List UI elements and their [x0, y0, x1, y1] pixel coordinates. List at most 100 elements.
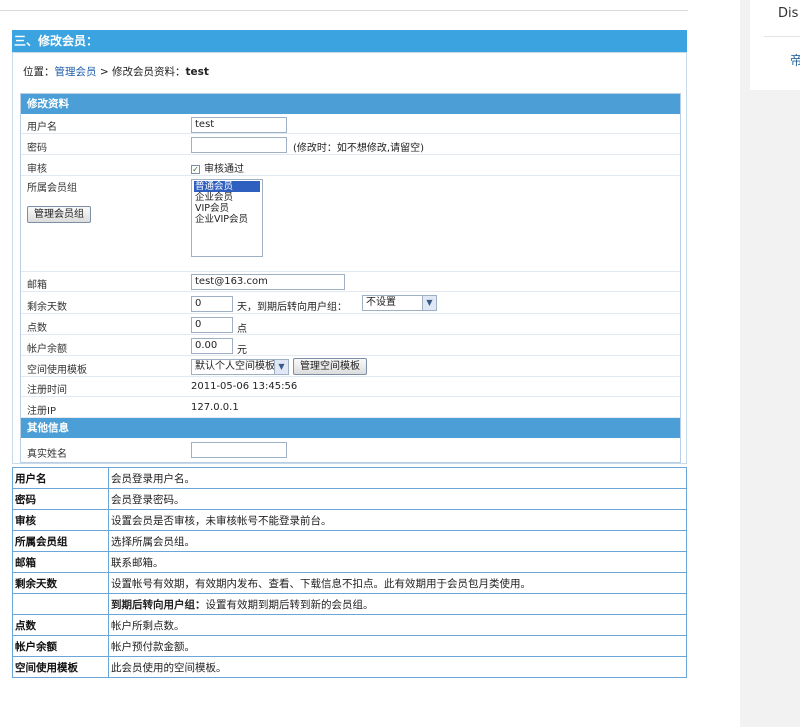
balance-label: 帐户余额: [27, 344, 67, 355]
points-label: 点数: [27, 323, 47, 334]
space-template-value: 默认个人空间模板: [195, 361, 275, 372]
expire-group-select[interactable]: 不设置 ▼: [362, 295, 437, 311]
field-description: 选择所属会员组。: [108, 530, 687, 552]
member-group-label: 所属会员组: [27, 183, 77, 194]
points-input[interactable]: 0: [191, 317, 233, 333]
audit-checkbox[interactable]: ✓: [191, 164, 200, 174]
remaining-days-label: 剩余天数: [27, 302, 67, 313]
table-row: 点数 帐户所剩点数。: [12, 614, 687, 636]
balance-unit: 元: [237, 345, 247, 356]
table-row: 空间使用模板 此会员使用的空间模板。: [12, 656, 687, 678]
field-description: 设置帐号有效期，有效期内发布、查看、下载信息不扣点。此有效期用于会员包月类使用。: [108, 572, 687, 594]
field-description: 会员登录用户名。: [108, 467, 687, 489]
field-name: 密码: [12, 488, 109, 510]
remaining-days-input[interactable]: 0: [191, 296, 233, 312]
expire-group-value: 不设置: [366, 297, 396, 308]
register-time-label: 注册时间: [27, 385, 67, 396]
remaining-days-suffix: 天，到期后转向用户组：: [237, 302, 347, 313]
row-space-template: 空间使用模板 默认个人空间模板 ▼ 管理空间模板: [21, 356, 680, 377]
sidebar-text: Dis: [778, 6, 799, 21]
row-remaining-days: 剩余天数 0 天，到期后转向用户组： 不设置 ▼: [21, 292, 680, 314]
row-email: 邮箱 test@163.com: [21, 272, 680, 292]
field-description: 帐户所剩点数。: [108, 614, 687, 636]
edit-member-screenshot: 位置：管理会员 > 修改会员资料：test 修改资料 用户名 test 密码 (…: [12, 52, 687, 464]
field-name: 用户名: [12, 467, 109, 489]
row-register-time: 注册时间 2011-05-06 13:45:56: [21, 377, 680, 397]
member-group-listbox[interactable]: 普通会员 企业会员 VIP会员 企业VIP会员: [191, 179, 263, 257]
table-row: 审核 设置会员是否审核，未审核帐号不能登录前台。: [12, 509, 687, 531]
chevron-down-icon: ▼: [422, 296, 436, 310]
breadcrumb-prefix: 位置：: [23, 66, 55, 78]
row-real-name: 真实姓名: [21, 438, 680, 462]
audit-label: 审核: [27, 164, 47, 175]
row-points: 点数 0 点: [21, 314, 680, 335]
field-description: 到期后转向用户组：设置有效期到期后转到新的会员组。: [108, 593, 687, 615]
field-description-table: 用户名 会员登录用户名。 密码 会员登录密码。 审核 设置会员是否审核，未审核帐号不能…: [12, 467, 687, 678]
breadcrumb-separator: >: [96, 66, 112, 78]
space-template-label: 空间使用模板: [27, 365, 87, 376]
table-row: 邮箱 联系邮箱。: [12, 551, 687, 573]
audit-checkbox-wrap[interactable]: ✓ 审核通过: [191, 160, 244, 175]
field-description: 此会员使用的空间模板。: [108, 656, 687, 678]
table-row: 帐户余额 帐户预付款金额。: [12, 635, 687, 657]
email-label: 邮箱: [27, 280, 47, 291]
balance-input[interactable]: 0.00: [191, 338, 233, 354]
table-row: 密码 会员登录密码。: [12, 488, 687, 510]
field-name: 帐户余额: [12, 635, 109, 657]
row-member-group: 所属会员组 管理会员组 普通会员 企业会员 VIP会员 企业VIP会员: [21, 176, 680, 272]
row-username: 用户名 test: [21, 114, 680, 134]
register-time-value: 2011-05-06 13:45:56: [191, 381, 298, 392]
group-option[interactable]: VIP会员: [194, 203, 260, 214]
username-input[interactable]: test: [191, 117, 287, 133]
email-input[interactable]: test@163.com: [191, 274, 345, 290]
row-register-ip: 注册IP 127.0.0.1: [21, 397, 680, 418]
username-label: 用户名: [27, 122, 57, 133]
password-input[interactable]: [191, 137, 287, 153]
other-info-header: 其他信息: [21, 418, 680, 438]
table-row: 所属会员组 选择所属会员组。: [12, 530, 687, 552]
sidebar-card: Dis 帝: [750, 0, 800, 90]
group-option[interactable]: 企业VIP会员: [194, 214, 260, 225]
sidebar-divider: [764, 36, 800, 37]
breadcrumb-username: test: [185, 66, 209, 78]
field-description: 帐户预付款金额。: [108, 635, 687, 657]
chevron-down-icon: ▼: [274, 360, 288, 374]
field-name: 邮箱: [12, 551, 109, 573]
field-name: 所属会员组: [12, 530, 109, 552]
table-row: 剩余天数 设置帐号有效期，有效期内发布、查看、下载信息不扣点。此有效期用于会员包月…: [12, 572, 687, 594]
register-ip-label: 注册IP: [27, 406, 56, 417]
password-hint: (修改时：如不想修改,请留空): [293, 143, 424, 154]
manage-member-group-button[interactable]: 管理会员组: [27, 206, 91, 223]
field-name: 空间使用模板: [12, 656, 109, 678]
sidebar-link[interactable]: 帝: [790, 50, 800, 69]
field-name: 剩余天数: [12, 572, 109, 594]
group-option[interactable]: 普通会员: [194, 181, 260, 192]
manage-space-template-button[interactable]: 管理空间模板: [293, 358, 367, 375]
field-name: [12, 593, 109, 615]
register-ip-value: 127.0.0.1: [191, 402, 239, 413]
edit-form: 修改资料 用户名 test 密码 (修改时：如不想修改,请留空) 审核 ✓ 审核通…: [20, 93, 681, 463]
table-row: 到期后转向用户组：设置有效期到期后转到新的会员组。: [12, 593, 687, 615]
field-name: 审核: [12, 509, 109, 531]
row-audit: 审核 ✓ 审核通过: [21, 155, 680, 176]
top-divider: [0, 0, 688, 11]
space-template-select[interactable]: 默认个人空间模板 ▼: [191, 359, 289, 375]
audit-check-label: 审核通过: [204, 164, 244, 175]
field-name: 点数: [12, 614, 109, 636]
breadcrumb: 位置：管理会员 > 修改会员资料：test: [23, 64, 209, 79]
breadcrumb-link-manage-members[interactable]: 管理会员: [55, 66, 97, 78]
group-option[interactable]: 企业会员: [194, 192, 260, 203]
field-sub-name: 到期后转向用户组：: [111, 598, 206, 611]
table-row: 用户名 会员登录用户名。: [12, 467, 687, 489]
points-unit: 点: [237, 324, 247, 335]
section-title: 三、修改会员：: [12, 30, 687, 52]
field-description: 设置会员是否审核，未审核帐号不能登录前台。: [108, 509, 687, 531]
row-password: 密码 (修改时：如不想修改,请留空): [21, 134, 680, 155]
field-description: 会员登录密码。: [108, 488, 687, 510]
row-balance: 帐户余额 0.00 元: [21, 335, 680, 356]
breadcrumb-current: 修改会员资料：: [111, 66, 186, 78]
real-name-input[interactable]: [191, 442, 287, 458]
form-header: 修改资料: [21, 94, 680, 114]
field-description: 联系邮箱。: [108, 551, 687, 573]
field-sub-description: 设置有效期到期后转到新的会员组。: [205, 598, 374, 611]
